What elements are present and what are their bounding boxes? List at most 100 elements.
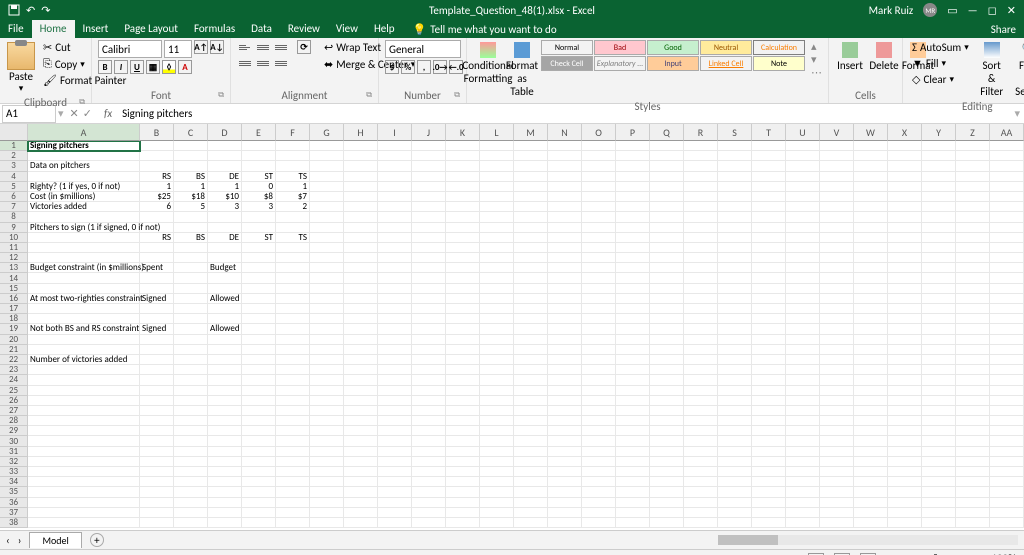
- cell[interactable]: [684, 335, 718, 345]
- style-bad[interactable]: Bad: [594, 40, 646, 55]
- cell[interactable]: Victories added: [28, 202, 140, 212]
- cell[interactable]: [854, 447, 888, 457]
- cell[interactable]: [242, 477, 276, 487]
- orientation-icon[interactable]: ⟳: [297, 40, 311, 54]
- cell[interactable]: [412, 345, 446, 355]
- cell[interactable]: [412, 253, 446, 263]
- cell[interactable]: [922, 477, 956, 487]
- cell[interactable]: [820, 518, 854, 528]
- cell[interactable]: [242, 487, 276, 497]
- cell[interactable]: [174, 253, 208, 263]
- cell[interactable]: [446, 202, 480, 212]
- cell[interactable]: [412, 365, 446, 375]
- cell[interactable]: [242, 212, 276, 222]
- cell[interactable]: [242, 324, 276, 334]
- cell[interactable]: [684, 365, 718, 375]
- cell[interactable]: [208, 365, 242, 375]
- cell[interactable]: [820, 416, 854, 426]
- cell[interactable]: [276, 477, 310, 487]
- cell[interactable]: [174, 375, 208, 385]
- cell[interactable]: [514, 416, 548, 426]
- font-size-combo[interactable]: 11: [164, 40, 192, 58]
- cell[interactable]: [344, 172, 378, 182]
- cell[interactable]: [446, 477, 480, 487]
- col-header-B[interactable]: B: [140, 124, 174, 141]
- cell[interactable]: [854, 518, 888, 528]
- cell[interactable]: [718, 345, 752, 355]
- cell[interactable]: [718, 273, 752, 283]
- cell[interactable]: [854, 172, 888, 182]
- cell[interactable]: [990, 182, 1024, 192]
- cell[interactable]: [922, 253, 956, 263]
- cell[interactable]: [718, 457, 752, 467]
- cell[interactable]: [990, 284, 1024, 294]
- cell[interactable]: [616, 141, 650, 151]
- cell[interactable]: [310, 202, 344, 212]
- cell[interactable]: [514, 457, 548, 467]
- cell[interactable]: [888, 447, 922, 457]
- cell[interactable]: [786, 457, 820, 467]
- cell[interactable]: [378, 457, 412, 467]
- cell[interactable]: [786, 447, 820, 457]
- cell[interactable]: [820, 508, 854, 518]
- cell[interactable]: [344, 141, 378, 151]
- cell[interactable]: [786, 263, 820, 273]
- col-header-U[interactable]: U: [786, 124, 820, 141]
- cell[interactable]: [514, 386, 548, 396]
- cell[interactable]: [616, 161, 650, 171]
- cell[interactable]: [650, 182, 684, 192]
- cell[interactable]: [344, 426, 378, 436]
- cell[interactable]: [922, 355, 956, 365]
- cell[interactable]: [276, 498, 310, 508]
- cell[interactable]: [446, 253, 480, 263]
- cell[interactable]: ST: [242, 233, 276, 243]
- cell[interactable]: [480, 477, 514, 487]
- cell[interactable]: [922, 416, 956, 426]
- cell[interactable]: [310, 151, 344, 161]
- cell[interactable]: [684, 386, 718, 396]
- cell[interactable]: [480, 141, 514, 151]
- style-calculation[interactable]: Calculation: [753, 40, 805, 55]
- format-as-table-button[interactable]: Format as Table: [507, 40, 537, 100]
- cell[interactable]: [582, 406, 616, 416]
- cell[interactable]: [582, 345, 616, 355]
- cell[interactable]: [888, 365, 922, 375]
- cell[interactable]: Data on pitchers: [28, 161, 140, 171]
- cell[interactable]: [310, 498, 344, 508]
- cell[interactable]: [922, 212, 956, 222]
- cell[interactable]: [956, 355, 990, 365]
- cell[interactable]: [582, 263, 616, 273]
- cell[interactable]: [276, 426, 310, 436]
- cell[interactable]: [514, 212, 548, 222]
- cell[interactable]: [650, 487, 684, 497]
- cell[interactable]: [990, 518, 1024, 528]
- cell[interactable]: [786, 335, 820, 345]
- style-note[interactable]: Note: [753, 56, 805, 71]
- cell[interactable]: [684, 416, 718, 426]
- cell[interactable]: [514, 436, 548, 446]
- cell[interactable]: [344, 477, 378, 487]
- cell[interactable]: [344, 243, 378, 253]
- cell[interactable]: [854, 324, 888, 334]
- cell[interactable]: [956, 151, 990, 161]
- cell[interactable]: [208, 498, 242, 508]
- cell[interactable]: [820, 436, 854, 446]
- cell[interactable]: [276, 508, 310, 518]
- cell[interactable]: [28, 243, 140, 253]
- cell[interactable]: [854, 396, 888, 406]
- cell[interactable]: [412, 406, 446, 416]
- autosum-button[interactable]: ΣAutoSum ▾: [909, 40, 972, 55]
- cell[interactable]: [616, 273, 650, 283]
- cell[interactable]: [310, 487, 344, 497]
- cell[interactable]: [378, 172, 412, 182]
- cell[interactable]: Spent: [140, 263, 174, 273]
- cell[interactable]: RS: [140, 233, 174, 243]
- cell[interactable]: [242, 396, 276, 406]
- cell[interactable]: [650, 161, 684, 171]
- cell[interactable]: [718, 284, 752, 294]
- undo-icon[interactable]: ↶: [26, 4, 35, 17]
- cell[interactable]: At most two-righties constraint: [28, 294, 140, 304]
- cell[interactable]: [854, 386, 888, 396]
- cell[interactable]: [922, 335, 956, 345]
- maximize-icon[interactable]: ◻: [988, 4, 997, 17]
